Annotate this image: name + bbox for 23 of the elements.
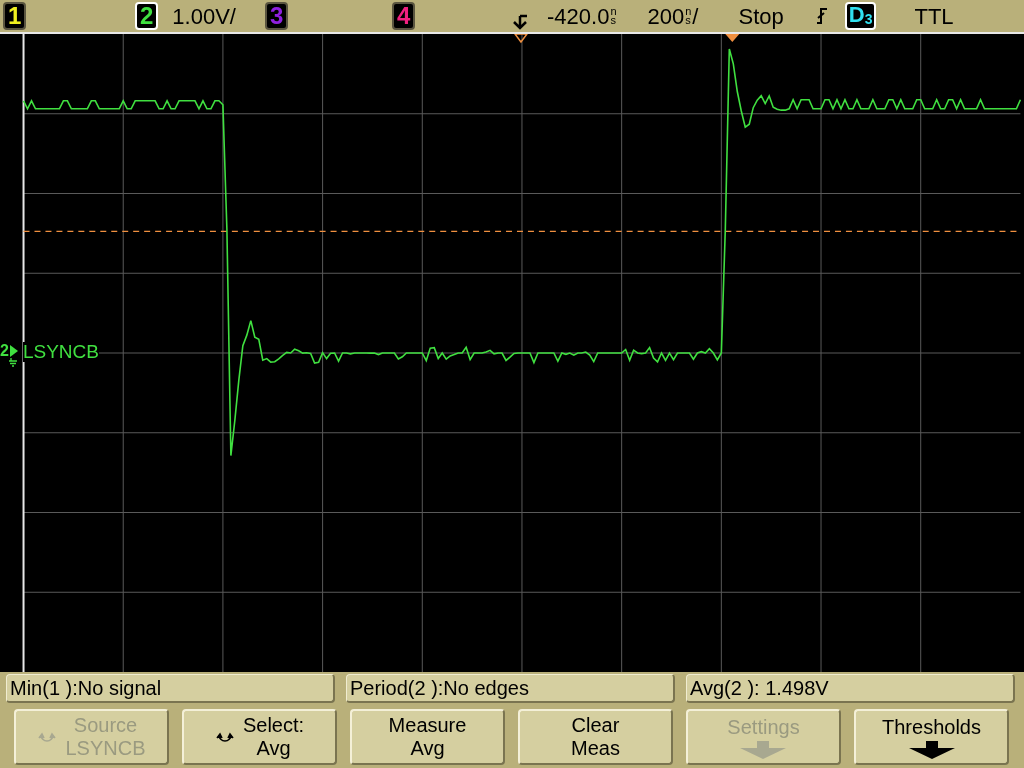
measurement-readout: Avg(2 ): 1.498V <box>686 674 1015 703</box>
vertical-scale: 1.00V/ <box>172 2 236 31</box>
softkey-button[interactable]: Thresholds <box>854 709 1009 765</box>
trigger-position-icon <box>511 14 529 30</box>
channel-indicator[interactable]: 1 <box>3 2 27 30</box>
trigger-point-marker <box>725 34 740 42</box>
rising-edge-icon <box>815 6 828 26</box>
run-state: Stop <box>738 2 784 31</box>
unit-top: n <box>610 7 617 16</box>
softkey-button[interactable]: Measure Avg <box>350 709 505 765</box>
unit-bottom: s <box>685 16 692 25</box>
unit-bottom: s <box>610 16 617 25</box>
channel-indicator[interactable]: 2 <box>135 2 159 30</box>
trigger-type: TTL <box>914 2 954 31</box>
unit-top: n <box>685 7 692 16</box>
channel-indicator[interactable]: 4 <box>392 2 416 30</box>
softkey-button[interactable]: Select: Avg <box>182 709 337 765</box>
measurement-readout: Period(2 ):No edges <box>346 674 675 703</box>
trigger-source-indicator[interactable]: D3 <box>844 2 877 30</box>
time-reference-marker <box>513 34 529 44</box>
softkey-button[interactable]: Clear Meas <box>518 709 673 765</box>
trace-label: LSYNCB <box>22 342 99 362</box>
measurement-readout: Min(1 ):No signal <box>6 674 335 703</box>
